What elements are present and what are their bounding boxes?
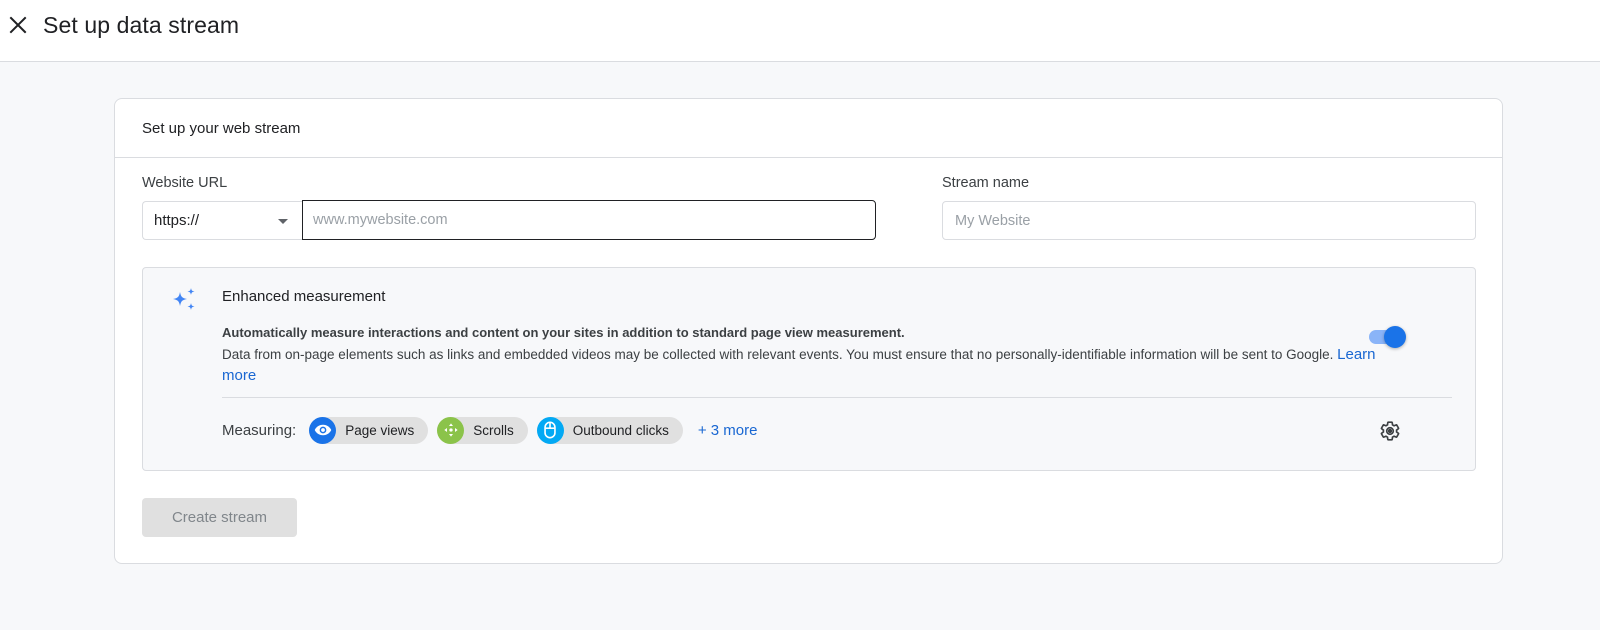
eye-icon xyxy=(309,416,337,444)
sparkle-icon xyxy=(173,288,195,310)
enhanced-measurement-title: Enhanced measurement xyxy=(222,288,386,305)
measuring-row: Measuring: Page views Scrolls Outbound c… xyxy=(222,416,757,444)
chip-label: Scrolls xyxy=(473,422,514,438)
enhanced-measurement-panel: Enhanced measurement Automatically measu… xyxy=(142,267,1476,471)
top-bar: Set up data stream xyxy=(0,0,1600,62)
more-measurements-link[interactable]: + 3 more xyxy=(698,422,758,439)
website-url-input[interactable] xyxy=(302,200,876,240)
stream-name-label: Stream name xyxy=(942,175,1030,191)
card-title: Set up your web stream xyxy=(142,119,301,137)
divider xyxy=(222,397,1452,398)
chip-scrolls[interactable]: Scrolls xyxy=(437,416,528,444)
enhanced-measurement-toggle[interactable] xyxy=(1366,325,1408,349)
chip-outbound-clicks[interactable]: Outbound clicks xyxy=(536,416,683,444)
toggle-thumb xyxy=(1384,326,1406,348)
enhanced-measurement-summary: Automatically measure interactions and c… xyxy=(222,325,905,340)
stream-name-input[interactable] xyxy=(942,201,1476,240)
page-title: Set up data stream xyxy=(43,12,240,38)
card-header: Set up your web stream xyxy=(115,99,1502,158)
chevron-down-icon xyxy=(278,219,288,224)
close-button[interactable] xyxy=(6,13,30,37)
close-icon xyxy=(9,16,27,34)
create-stream-button[interactable]: Create stream xyxy=(142,498,297,537)
protocol-select[interactable]: https:// xyxy=(142,201,302,240)
enhanced-measurement-description: Data from on-page elements such as links… xyxy=(222,344,1392,386)
chip-page-views[interactable]: Page views xyxy=(309,416,429,444)
mouse-icon xyxy=(536,416,564,444)
chip-label: Outbound clicks xyxy=(572,422,669,438)
measuring-label: Measuring: xyxy=(222,421,297,439)
web-stream-card: Set up your web stream Website URL https… xyxy=(114,98,1503,564)
website-url-label: Website URL xyxy=(142,175,228,191)
chip-label: Page views xyxy=(345,422,415,438)
protocol-selected-value: https:// xyxy=(154,212,200,229)
gear-icon[interactable] xyxy=(1379,420,1401,442)
description-text: Data from on-page elements such as links… xyxy=(222,347,1334,362)
scroll-arrows-icon xyxy=(437,416,465,444)
